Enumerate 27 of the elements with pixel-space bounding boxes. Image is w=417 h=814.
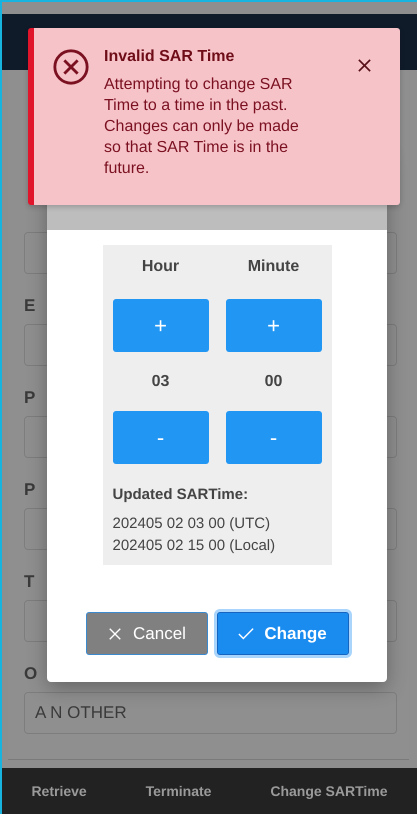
updated-label: Updated SARTime: bbox=[112, 486, 250, 503]
input-field[interactable]: A N OTHER bbox=[24, 692, 397, 734]
decrement-button[interactable]: - bbox=[112, 411, 208, 464]
time-value: 00 bbox=[264, 372, 282, 392]
check-icon bbox=[238, 626, 254, 640]
increment-button[interactable]: + bbox=[112, 299, 208, 352]
bottom-bar-button[interactable]: Terminate bbox=[146, 783, 212, 799]
dialog-button[interactable]: Cancel bbox=[86, 612, 208, 655]
bottom-bar-button[interactable]: Retrieve bbox=[31, 783, 87, 799]
time-value: 03 bbox=[152, 372, 170, 392]
field-label: E bbox=[24, 296, 36, 316]
field-label: P bbox=[24, 480, 36, 500]
column-label: Minute bbox=[248, 257, 300, 277]
field-label: T bbox=[24, 572, 34, 592]
increment-button[interactable]: + bbox=[226, 299, 322, 352]
decrement-button[interactable]: - bbox=[226, 411, 322, 464]
bottom-bar-button[interactable]: Change SARTime bbox=[270, 783, 388, 799]
field-label: P bbox=[24, 388, 36, 408]
error-icon bbox=[52, 48, 90, 86]
close-icon bbox=[107, 626, 124, 640]
toast-message: Attempting to change SAR Time to a time in the past. Changes can only be made so that SAR Time is in the future. bbox=[104, 75, 300, 179]
updated-time: 202405 02 03 00 (UTC) bbox=[112, 514, 272, 534]
updated-time: 202405 02 15 00 (Local) bbox=[112, 536, 276, 556]
toast-title: Invalid SAR Time bbox=[104, 48, 236, 66]
column-label: Hour bbox=[142, 257, 180, 277]
field-label: O bbox=[24, 664, 38, 684]
close-icon[interactable] bbox=[357, 58, 372, 73]
